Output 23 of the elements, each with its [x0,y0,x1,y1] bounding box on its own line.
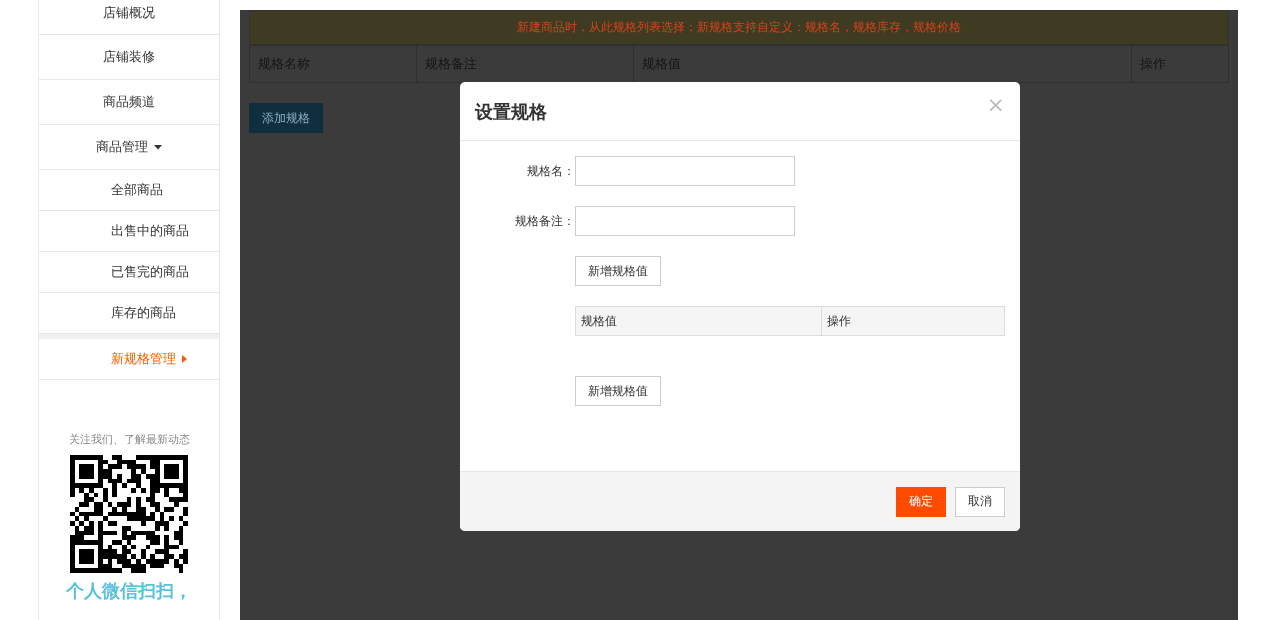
sidebar-subitem[interactable]: 出售中的商品 [39,211,219,252]
input-field[interactable] [575,156,795,186]
notice-text: 新建商品时，从此规格列表选择；新规格支持自定义：规格名，规格库存，规格价格 [517,19,961,36]
add-value-button[interactable]: 新增规格值 [575,376,661,406]
sidebar-subitem[interactable]: 库存的商品 [39,293,219,334]
sidebar-subitem[interactable]: 已售完的商品 [39,252,219,293]
sidebar-subitem[interactable]: 全部商品 [39,170,219,211]
cancel-button[interactable]: 取消 [955,486,1005,517]
field-label: 规格备注： [514,212,575,230]
table-header-cell: 规格值 [576,307,822,335]
table-header-cell-text: 操作 [826,312,852,330]
sidebar-item[interactable]: 店铺概况 [39,0,219,35]
sidebar-item[interactable]: 商品频道 [39,80,219,125]
sidebar-item[interactable]: 商品管理 [39,125,219,170]
dialog-title: 设置规格 [475,100,547,124]
qr-caption: 个人微信扫扫， [65,579,193,603]
follow-text: 关注我们、了解最新动态 [67,432,191,447]
triangle-icon [182,355,187,363]
add-value-button[interactable]: 新增规格值 [575,256,661,286]
add-spec-button[interactable]: 添加规格 [249,103,323,133]
sidebar-item[interactable]: 店铺装修 [39,35,219,80]
field-label: 规格名： [526,162,575,180]
input-field[interactable] [575,206,795,236]
